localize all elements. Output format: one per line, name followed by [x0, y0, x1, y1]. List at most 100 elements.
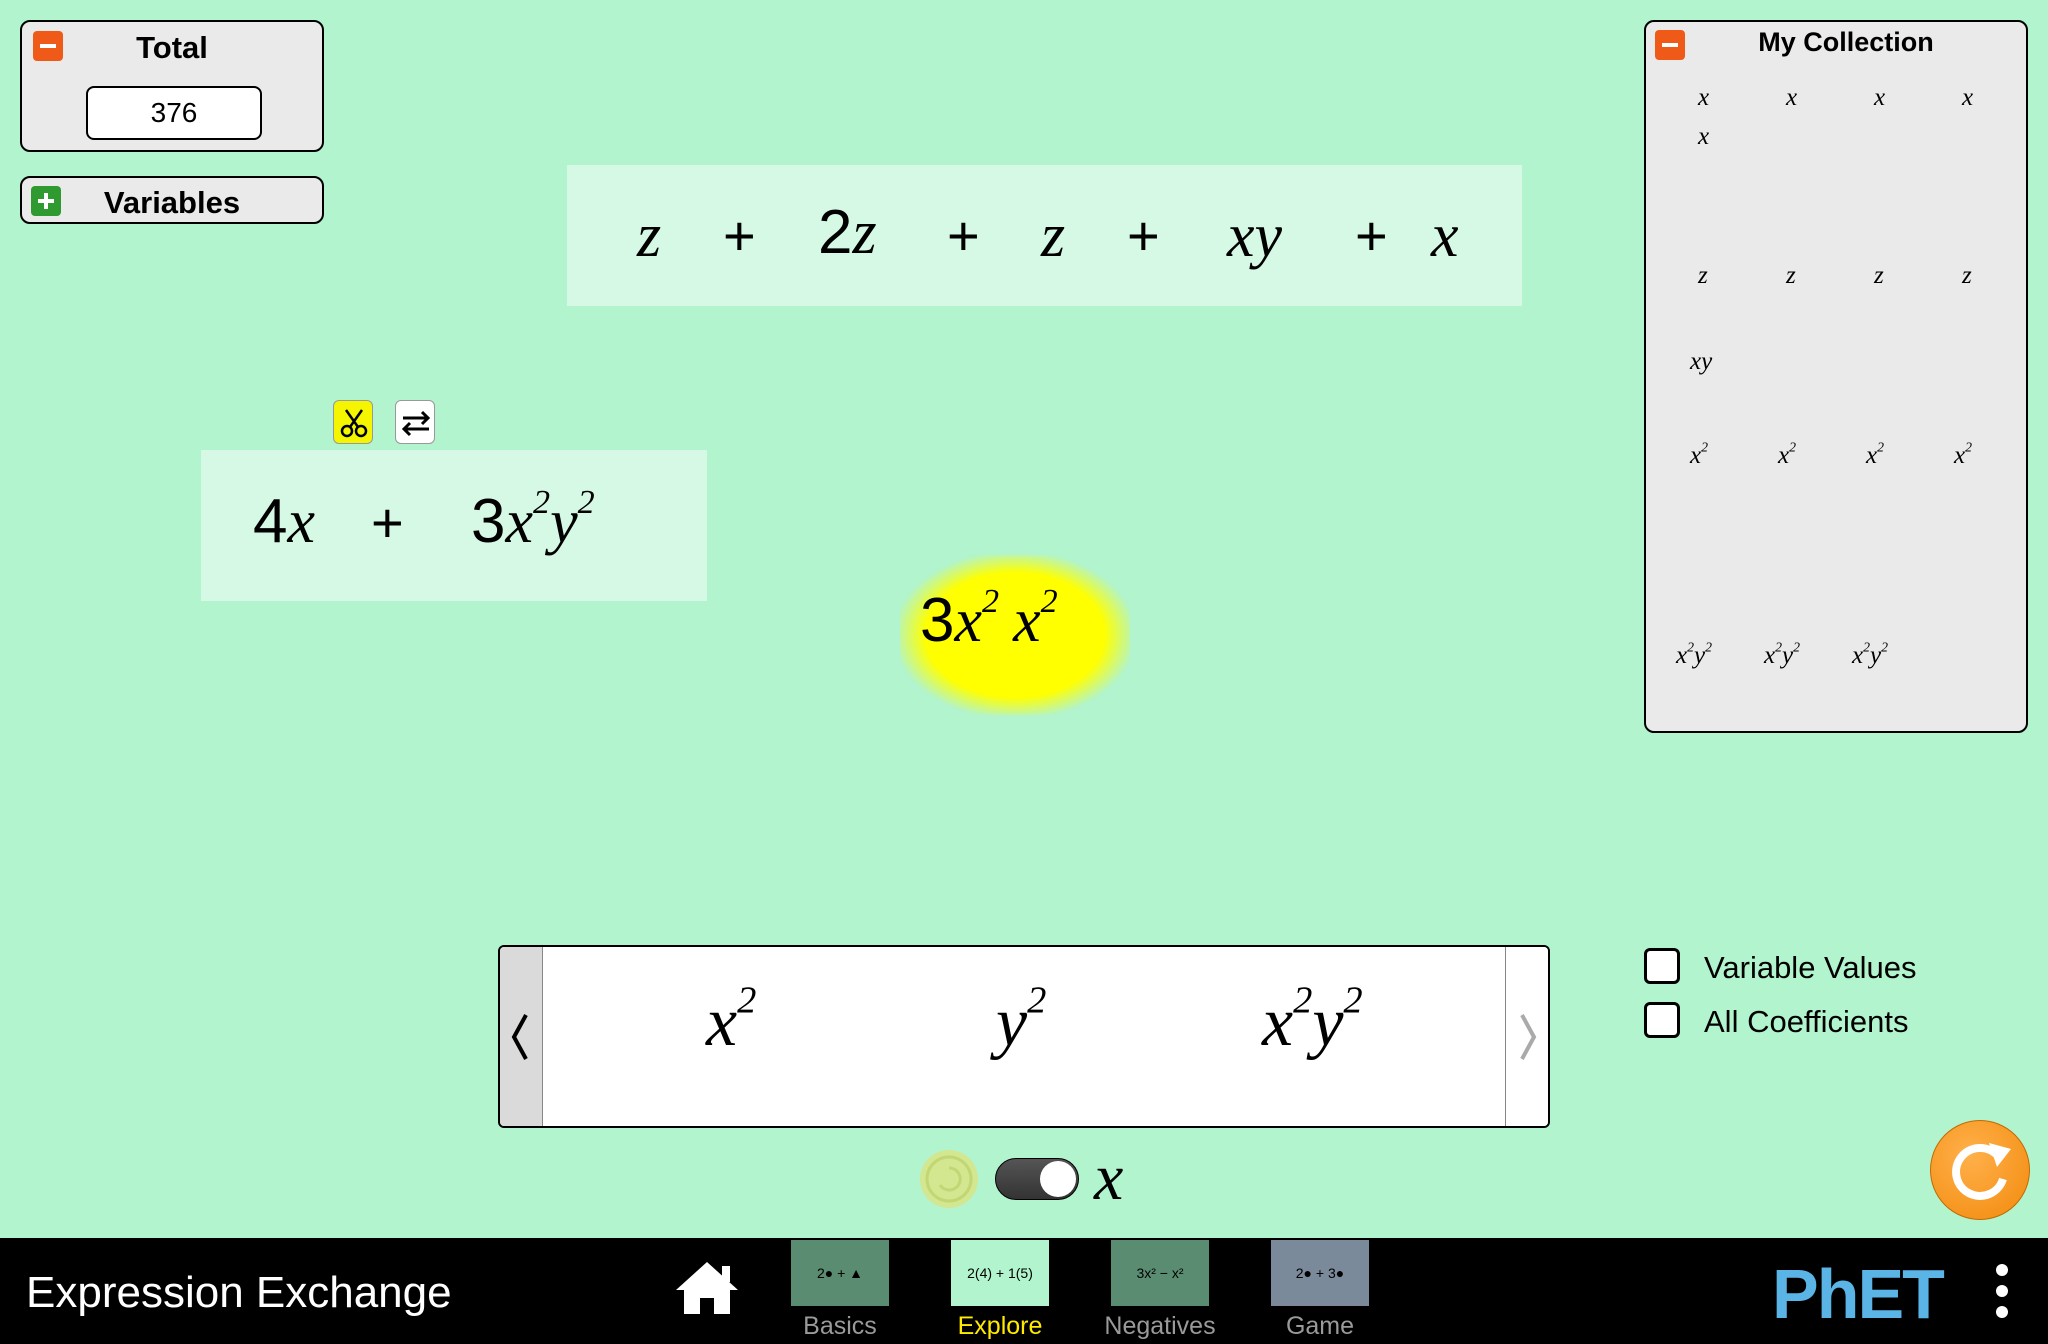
- chevron-right-icon: [1520, 1014, 1537, 1060]
- tab-game[interactable]: 2● + 3● Game: [1260, 1240, 1380, 1341]
- collection-coin-x[interactable]: x: [1786, 84, 1797, 112]
- coefficient: 4: [253, 487, 288, 556]
- variable: x: [505, 488, 534, 556]
- scissors-icon: [340, 409, 368, 438]
- collection-coin-z[interactable]: z: [1786, 262, 1796, 290]
- collection-coin-x2[interactable]: x2: [1866, 439, 1884, 470]
- collection-coin-z[interactable]: z: [1698, 262, 1708, 290]
- game-thumbnail: 2● + 3●: [1271, 1240, 1369, 1306]
- exponent: 2: [1687, 639, 1694, 655]
- expr-term[interactable]: 2z: [818, 197, 877, 269]
- carousel-term-x2[interactable]: x2: [706, 981, 756, 1063]
- variables-panel[interactable]: Variables: [20, 176, 324, 224]
- collection-coin-x2y2[interactable]: x2y2: [1764, 639, 1800, 670]
- collection-coin-x2[interactable]: x2: [1778, 440, 1796, 470]
- total-title: Total: [136, 30, 208, 65]
- app-title: Expression Exchange: [26, 1268, 452, 1317]
- phet-logo[interactable]: PhET: [1772, 1254, 1945, 1334]
- home-button[interactable]: [672, 1258, 742, 1323]
- tab-basics[interactable]: 2● + ▲ Basics: [780, 1240, 900, 1341]
- plus-operator: +: [371, 491, 404, 554]
- menu-dots-icon[interactable]: [1996, 1264, 2008, 1327]
- left-expression[interactable]: 4x + 3x2y2: [201, 450, 707, 601]
- exponent: 2: [1343, 979, 1363, 1022]
- variable: z: [852, 199, 877, 267]
- carousel-next-button[interactable]: [1505, 947, 1548, 1126]
- reset-all-button[interactable]: [1930, 1120, 2030, 1220]
- carousel-prev-button[interactable]: [500, 947, 543, 1126]
- chevron-left-icon: [511, 1014, 528, 1060]
- swap-arrows-icon: [401, 410, 431, 437]
- variable: x: [1778, 442, 1790, 469]
- expr-term[interactable]: 4x: [253, 486, 315, 558]
- collection-coin-x2y2[interactable]: x2y2: [1676, 639, 1712, 670]
- tab-label: Explore: [957, 1312, 1043, 1340]
- carousel-term-x2y2[interactable]: x2y2: [1262, 981, 1363, 1063]
- variable: x: [1690, 442, 1702, 469]
- expr-term[interactable]: z: [637, 201, 661, 272]
- variable: y: [996, 984, 1028, 1061]
- all-coefficients-label: All Coefficients: [1704, 1004, 1909, 1039]
- variable: x: [1262, 984, 1294, 1061]
- exponent: 2: [1965, 439, 1972, 455]
- exponent: 2: [1775, 639, 1782, 655]
- variable: x: [1676, 642, 1688, 669]
- menu-dot: [1996, 1285, 2008, 1297]
- expr-term[interactable]: 3x2y2: [471, 484, 595, 558]
- expr-term[interactable]: z: [1041, 201, 1065, 272]
- variable: y: [1781, 642, 1794, 669]
- tab-explore[interactable]: 2(4) + 1(5) Explore: [940, 1240, 1060, 1341]
- toggle-knob[interactable]: [1040, 1161, 1076, 1197]
- top-expression[interactable]: z + 2z + z + xy + x: [567, 165, 1522, 306]
- negatives-thumbnail: 3x² − x²: [1111, 1240, 1209, 1306]
- expr-term[interactable]: xy: [1227, 201, 1282, 272]
- plus-operator: +: [1127, 204, 1160, 267]
- variable: y: [1693, 642, 1706, 669]
- navigation-bar: Expression Exchange 2● + ▲ Basics 2(4) +…: [0, 1238, 2048, 1344]
- collection-coin-x2y2[interactable]: x2y2: [1852, 639, 1888, 670]
- tab-label: Basics: [803, 1312, 877, 1340]
- swap-button[interactable]: [395, 400, 435, 444]
- collection-coin-x[interactable]: x: [1962, 84, 1973, 112]
- exponent: 2: [982, 583, 1000, 621]
- view-mode-toggle[interactable]: [995, 1158, 1079, 1200]
- break-apart-button[interactable]: [333, 400, 373, 444]
- collection-coin-xy[interactable]: xy: [1690, 348, 1712, 376]
- collection-coin-x[interactable]: x: [1698, 84, 1709, 112]
- explore-thumbnail: 2(4) + 1(5): [951, 1240, 1049, 1306]
- collection-coin-x[interactable]: x: [1874, 84, 1885, 112]
- variable-values-label: Variable Values: [1704, 950, 1917, 985]
- exponent: 2: [1863, 639, 1870, 655]
- variable: y: [1312, 984, 1344, 1061]
- tab-negatives[interactable]: 3x² − x² Negatives: [1100, 1240, 1220, 1341]
- exponent: 2: [1793, 639, 1800, 655]
- exponent: 2: [1877, 439, 1884, 455]
- collection-coin-x[interactable]: x: [1698, 123, 1709, 151]
- variable: y: [1869, 642, 1882, 669]
- variable: x: [1866, 442, 1878, 469]
- variable-view-label: x: [1094, 1141, 1124, 1214]
- coin-view-icon[interactable]: [920, 1150, 978, 1208]
- coefficient: 3: [471, 487, 506, 556]
- exponent: 2: [1701, 439, 1708, 455]
- variable: x: [1764, 642, 1776, 669]
- floating-term[interactable]: 3x2 x2: [920, 583, 1058, 657]
- variable-values-checkbox[interactable]: [1644, 948, 1680, 984]
- carousel-term-y2[interactable]: y2: [996, 981, 1046, 1063]
- coefficient: 2: [818, 198, 853, 267]
- term-carousel: x2 y2 x2y2: [498, 945, 1550, 1128]
- all-coefficients-checkbox[interactable]: [1644, 1002, 1680, 1038]
- reset-icon: [1952, 1143, 2011, 1200]
- exponent: 2: [533, 484, 551, 522]
- collection-title: My Collection: [1758, 27, 1934, 57]
- collection-coin-z[interactable]: z: [1962, 262, 1972, 290]
- expr-term[interactable]: x: [1431, 201, 1459, 272]
- tab-label: Negatives: [1104, 1312, 1216, 1340]
- exponent: 2: [1027, 979, 1047, 1022]
- variables-title: Variables: [103, 185, 241, 220]
- collection-coin-x2[interactable]: x2: [1690, 439, 1708, 470]
- exponent: 2: [1881, 639, 1888, 655]
- collection-coin-z[interactable]: z: [1874, 262, 1884, 290]
- collection-coin-x2[interactable]: x2: [1954, 439, 1972, 470]
- plus-operator: +: [1355, 204, 1388, 267]
